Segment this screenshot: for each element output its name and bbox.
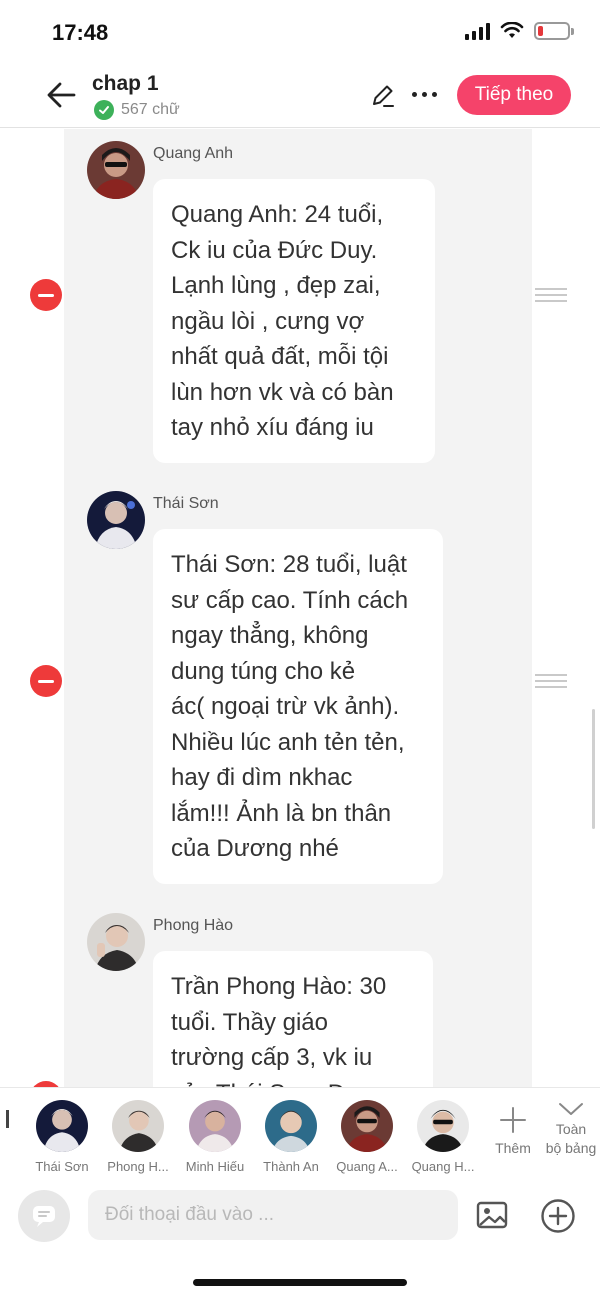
wifi-icon xyxy=(500,22,524,38)
remove-message-icon[interactable] xyxy=(30,279,62,311)
add-character-button[interactable]: Thêm xyxy=(488,1106,538,1156)
character-avatar xyxy=(189,1100,241,1152)
character-label: Thành An xyxy=(263,1159,319,1174)
battery-level xyxy=(538,26,544,36)
character-item[interactable]: Thành An xyxy=(253,1100,329,1174)
chat-bubble-icon[interactable] xyxy=(18,1190,70,1242)
character-item[interactable]: Quang H... xyxy=(405,1100,481,1174)
speaker-name: Quang Anh xyxy=(153,145,234,162)
add-character-label: Thêm xyxy=(495,1140,531,1156)
character-item[interactable]: Thái Sơn xyxy=(24,1100,100,1174)
check-icon xyxy=(94,100,114,120)
back-arrow-icon[interactable] xyxy=(44,80,78,110)
speaker-name: Phong Hào xyxy=(153,917,234,934)
next-button[interactable]: Tiếp theo xyxy=(457,75,571,115)
character-label: Quang A... xyxy=(336,1159,398,1174)
input-bar: Đối thoại đầu vào ... xyxy=(0,1180,600,1252)
character-avatar xyxy=(36,1100,88,1152)
scrollbar[interactable] xyxy=(592,709,595,829)
character-item[interactable]: Quang A... xyxy=(329,1100,405,1174)
dialogue-list[interactable]: Quang Anh Quang Anh: 24 tuổi, Ck iu của … xyxy=(0,129,600,1087)
image-icon[interactable] xyxy=(476,1200,508,1230)
speaker-name: Thái Sơn xyxy=(153,495,219,512)
character-avatar xyxy=(417,1100,469,1152)
character-label: Phong H... xyxy=(107,1159,169,1174)
character-label: Quang H... xyxy=(411,1159,475,1174)
plus-icon xyxy=(500,1107,526,1133)
drag-handle-icon[interactable] xyxy=(535,674,567,688)
full-board-button[interactable]: Toàn bộ bảng xyxy=(540,1100,600,1158)
edit-pencil-icon[interactable] xyxy=(370,82,396,108)
character-item[interactable]: Minh Hiếu xyxy=(177,1100,253,1174)
avatar[interactable] xyxy=(87,913,145,971)
home-indicator xyxy=(193,1279,407,1286)
status-bar: 17:48 xyxy=(0,0,600,62)
status-time: 17:48 xyxy=(52,20,109,45)
character-avatar xyxy=(265,1100,317,1152)
drag-handle-icon[interactable] xyxy=(535,288,567,302)
message-bubble[interactable]: Thái Sơn: 28 tuổi, luật sư cấp cao. Tính… xyxy=(153,529,443,884)
dialogue-input[interactable]: Đối thoại đầu vào ... xyxy=(88,1190,458,1240)
character-avatar xyxy=(112,1100,164,1152)
remove-message-icon[interactable] xyxy=(30,665,62,697)
status-icons xyxy=(465,22,574,40)
avatar[interactable] xyxy=(87,141,145,199)
battery-icon xyxy=(534,22,574,40)
word-count: 567 chữ xyxy=(121,101,180,118)
add-circle-icon[interactable] xyxy=(540,1198,576,1234)
message-bubble[interactable]: Trần Phong Hào: 30 tuổi. Thầy giáo trườn… xyxy=(153,951,433,1087)
avatar[interactable] xyxy=(87,491,145,549)
full-board-label: Toàn bộ bảng xyxy=(545,1121,597,1156)
chevron-down-icon xyxy=(559,1103,583,1115)
character-label: Minh Hiếu xyxy=(185,1159,245,1174)
more-options-icon[interactable] xyxy=(412,92,437,97)
chapter-title: chap 1 xyxy=(92,72,159,95)
character-label: Thái Sơn xyxy=(35,1159,89,1174)
word-count-row: 567 chữ xyxy=(94,100,180,120)
character-avatar xyxy=(341,1100,393,1152)
character-bar: Thái Sơn Phong H... Minh Hiếu Thành An Q… xyxy=(0,1087,600,1179)
scroll-edge-indicator xyxy=(6,1110,9,1128)
signal-icon xyxy=(465,22,490,40)
message-bubble[interactable]: Quang Anh: 24 tuổi, Ck iu của Đức Duy. L… xyxy=(153,179,435,463)
editor-header: chap 1 567 chữ Tiếp theo xyxy=(0,62,600,128)
character-item[interactable]: Phong H... xyxy=(100,1100,176,1174)
